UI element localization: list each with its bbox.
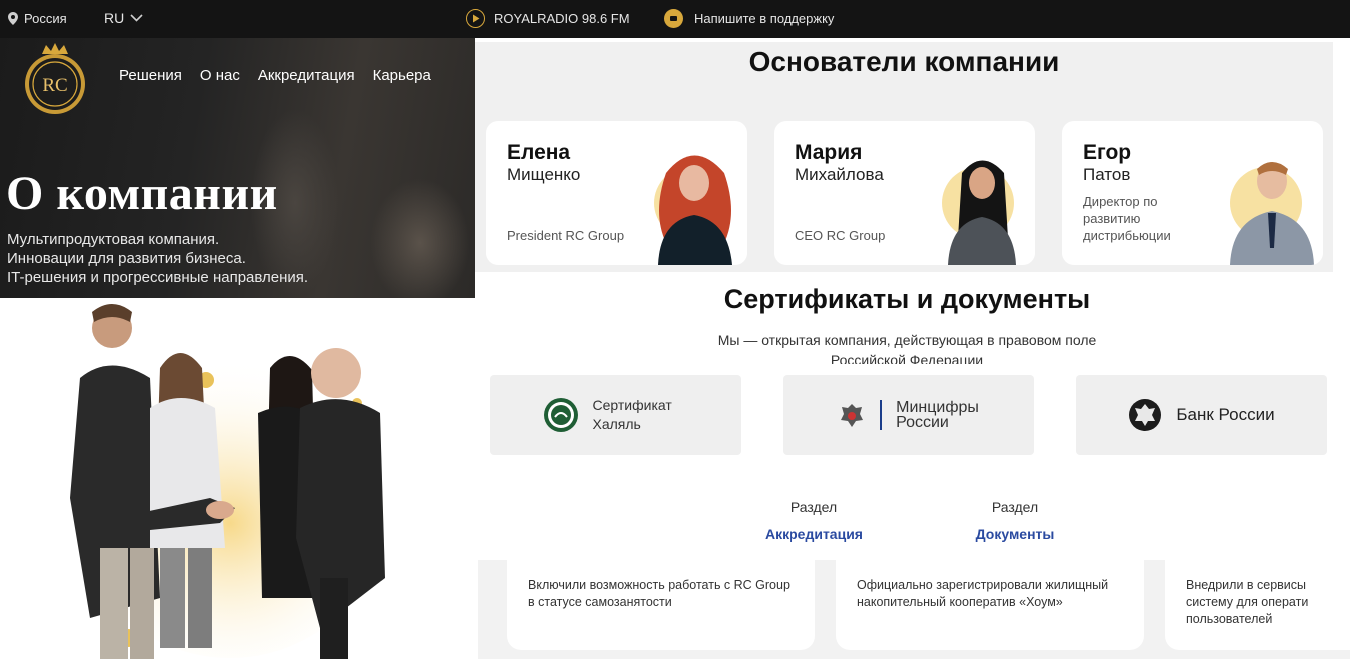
radio-link[interactable]: ROYALRADIO 98.6 FM — [466, 9, 630, 28]
news-text: Официально зарегистрировали жилищный нак… — [857, 578, 1109, 609]
language-label: RU — [104, 10, 125, 26]
founders-title: Основатели компании — [748, 46, 1060, 77]
founder-role: Директор по развитию дистрибьюции — [1083, 194, 1171, 243]
news-card[interactable]: Внедрили в сервисы систему для операти п… — [1165, 560, 1350, 650]
halal-icon — [543, 398, 578, 432]
support-link[interactable]: Напишите в поддержку — [664, 9, 834, 28]
founder-card[interactable]: Мария Михайлова CEO RC Group — [774, 121, 1035, 265]
founder-role: CEO RC Group — [795, 228, 886, 243]
founder-card[interactable]: Егор Патов Директор по развитию дистрибь… — [1062, 121, 1323, 265]
play-icon — [466, 9, 485, 28]
news-text: Включили возможность работать с RC Group… — [528, 578, 790, 609]
hero-line: IT-решения и прогрессивные направления. — [7, 269, 309, 286]
section-caption: Раздел — [790, 499, 838, 515]
documents-link[interactable]: Документы — [945, 526, 1085, 542]
page: Россия RU ROYALRADIO 98.6 FM Напишите в … — [0, 0, 1350, 659]
nav-item-career[interactable]: Карьера — [373, 67, 431, 84]
news-text: Внедрили в сервисы систему для операти п… — [1186, 578, 1309, 626]
coat-of-arms-icon — [841, 404, 864, 427]
cert-label-line: России — [896, 414, 949, 431]
accreditation-link[interactable]: Аккредитация — [744, 526, 884, 542]
location-selector[interactable]: Россия — [8, 11, 67, 26]
location-pin-icon — [8, 12, 18, 25]
svg-text:RC: RC — [42, 75, 67, 96]
hero-background-figure — [370, 178, 470, 298]
founder-photo — [1230, 162, 1314, 265]
cert-label-line: Минцифры — [896, 399, 979, 416]
top-bar: Россия RU ROYALRADIO 98.6 FM Напишите в … — [0, 0, 1350, 38]
team-illustration — [70, 304, 385, 659]
certificates-section: Сертификаты и документы Мы — открытая ко… — [481, 274, 1333, 560]
founder-first-name: Егор — [1083, 141, 1132, 164]
section-caption: Раздел — [991, 499, 1039, 515]
cert-card-mintsifry[interactable]: Минцифры России — [783, 375, 1034, 455]
hero-line: Мультипродуктовая компания. — [7, 231, 220, 248]
founder-last-name: Патов — [1083, 165, 1131, 184]
cert-card-halal[interactable]: Сертификат Халяль — [490, 375, 741, 455]
founders-section: Основатели компании Елена Мищенко Presid… — [475, 42, 1333, 272]
nav-item-solutions[interactable]: Решения — [119, 67, 182, 84]
team-photo — [0, 298, 475, 659]
certificates-intro: Мы — открытая компания, действующая в пр… — [717, 332, 1097, 364]
hero-description: Мультипродуктовая компания. Инновации дл… — [7, 230, 308, 287]
hero-section: RC Решения О нас Аккредитация Карьера О … — [0, 38, 475, 298]
founder-first-name: Елена — [507, 141, 571, 164]
founder-last-name: Михайлова — [795, 165, 884, 184]
cert-label: Банк России — [1176, 405, 1275, 424]
page-title: О компании — [6, 167, 278, 220]
nav-item-accreditation[interactable]: Аккредитация — [258, 67, 355, 84]
chevron-down-icon — [130, 14, 143, 22]
certificates-title: Сертификаты и документы — [723, 284, 1091, 314]
support-label: Напишите в поддержку — [694, 11, 835, 26]
radio-label: ROYALRADIO 98.6 FM — [494, 11, 630, 26]
divider — [880, 400, 883, 430]
news-card[interactable]: Официально зарегистрировали жилищный нак… — [836, 560, 1144, 650]
cert-label: Минцифры России — [896, 399, 979, 431]
nav-item-about[interactable]: О нас — [200, 67, 240, 84]
location-label: Россия — [24, 11, 67, 26]
language-selector[interactable]: RU — [104, 10, 143, 26]
founder-card[interactable]: Елена Мищенко President RC Group — [486, 121, 747, 265]
chat-icon — [664, 9, 683, 28]
main-nav: Решения О нас Аккредитация Карьера — [119, 67, 431, 84]
section-link-accreditation[interactable]: Раздел Аккредитация — [744, 499, 884, 542]
cert-label: Сертификат Халяль — [592, 397, 672, 432]
founder-photo — [948, 160, 1016, 265]
cert-card-central-bank[interactable]: Банк России — [1076, 375, 1327, 455]
founder-role: President RC Group — [507, 228, 625, 243]
news-card[interactable]: Включили возможность работать с RC Group… — [507, 560, 815, 650]
founder-last-name: Мищенко — [507, 165, 581, 184]
hero-line: Инновации для развития бизнеса. — [7, 250, 246, 267]
bank-eagle-icon — [1129, 399, 1162, 431]
founder-photo — [658, 155, 732, 265]
founder-first-name: Мария — [795, 141, 863, 164]
section-link-documents[interactable]: Раздел Документы — [945, 499, 1085, 542]
company-logo[interactable]: RC — [22, 42, 88, 116]
